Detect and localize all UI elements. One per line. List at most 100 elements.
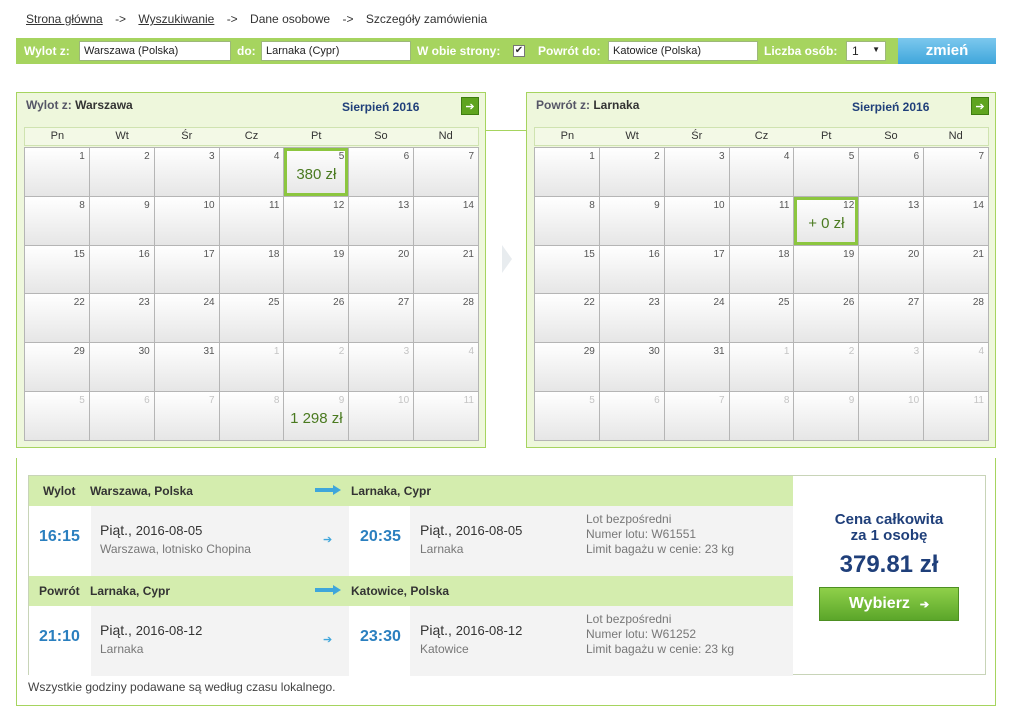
calendar-day[interactable]: 13: [349, 196, 414, 245]
calendar-day[interactable]: 8: [25, 196, 89, 245]
calendar-day[interactable]: 4: [219, 148, 284, 196]
calendar-day[interactable]: 25: [219, 294, 284, 343]
calendar-day[interactable]: 2: [284, 343, 349, 392]
outbound-arrival-day: Piąt.: [420, 522, 449, 538]
calendar-day[interactable]: 14: [924, 196, 988, 245]
calendar-day[interactable]: 15: [25, 245, 89, 294]
calendar-day[interactable]: 20: [349, 245, 414, 294]
calendar-day[interactable]: 17: [664, 245, 729, 294]
calendar-day[interactable]: 7: [664, 392, 729, 440]
calendar-day[interactable]: 7: [924, 148, 988, 196]
calendar-day[interactable]: 25: [729, 294, 794, 343]
calendar-day[interactable]: 28: [414, 294, 478, 343]
calendar-day[interactable]: 7: [414, 148, 478, 196]
calendar-day[interactable]: 29: [535, 343, 599, 392]
change-button[interactable]: zmień: [898, 38, 996, 64]
inbound-arrival-time: 23:30: [360, 628, 401, 645]
calendar-day[interactable]: 23: [89, 294, 154, 343]
calendar-day[interactable]: 28: [924, 294, 988, 343]
calendar-day[interactable]: 19: [794, 245, 859, 294]
calendar-day[interactable]: 18: [729, 245, 794, 294]
calendar-day[interactable]: 4: [924, 343, 988, 392]
from-input[interactable]: [79, 41, 231, 61]
calendar-day[interactable]: 12: [284, 196, 349, 245]
calendar-day[interactable]: 27: [859, 294, 924, 343]
calendar-day[interactable]: 2: [599, 148, 664, 196]
calendar-day[interactable]: 16: [599, 245, 664, 294]
calendar-day[interactable]: 31: [664, 343, 729, 392]
choose-button[interactable]: Wybierz ➔: [819, 587, 959, 621]
calendar-day[interactable]: 3: [349, 343, 414, 392]
calendar-day[interactable]: 8: [535, 196, 599, 245]
calendar-day[interactable]: 10: [349, 392, 414, 440]
return-input[interactable]: [608, 41, 758, 61]
calendar-day[interactable]: 22: [25, 294, 89, 343]
calendar-day[interactable]: 26: [284, 294, 349, 343]
roundtrip-checkbox[interactable]: ✔: [513, 45, 525, 57]
calendar-day[interactable]: 13: [859, 196, 924, 245]
calendar-day[interactable]: 3: [664, 148, 729, 196]
calendar-day[interactable]: 16: [89, 245, 154, 294]
calendar-day[interactable]: 19: [284, 245, 349, 294]
calendar-day[interactable]: 6: [599, 392, 664, 440]
calendar-day[interactable]: 9: [794, 392, 859, 440]
calendar-day[interactable]: 20: [859, 245, 924, 294]
calendar-day[interactable]: 15: [535, 245, 599, 294]
people-label: Liczba osób:: [764, 44, 838, 58]
calendar-day-number: 9: [848, 395, 855, 407]
calendar-day[interactable]: 27: [349, 294, 414, 343]
calendar-day[interactable]: 11: [219, 196, 284, 245]
return-next-month-button[interactable]: ➔: [971, 97, 989, 115]
calendar-day[interactable]: 11: [414, 392, 478, 440]
calendar-day[interactable]: 9: [89, 196, 154, 245]
calendar-day[interactable]: 9 1 298 zł: [284, 392, 349, 440]
calendar-day[interactable]: 24: [664, 294, 729, 343]
calendar-day[interactable]: 23: [599, 294, 664, 343]
calendar-day[interactable]: 17: [154, 245, 219, 294]
calendar-day[interactable]: 2: [89, 148, 154, 196]
calendar-day[interactable]: 5: [535, 392, 599, 440]
calendar-day[interactable]: 21: [924, 245, 988, 294]
calendar-day[interactable]: 4: [729, 148, 794, 196]
calendar-day[interactable]: 1: [219, 343, 284, 392]
calendar-day[interactable]: 10: [154, 196, 219, 245]
calendar-day[interactable]: 30: [599, 343, 664, 392]
calendar-day[interactable]: 7: [154, 392, 219, 440]
breadcrumb-home-link[interactable]: Strona główna: [26, 12, 103, 26]
people-select[interactable]: 1 ▼: [846, 41, 886, 61]
outbound-next-month-button[interactable]: ➔: [461, 97, 479, 115]
calendar-day[interactable]: 6: [89, 392, 154, 440]
calendar-day[interactable]: 9: [599, 196, 664, 245]
calendar-day[interactable]: 11: [924, 392, 988, 440]
to-input[interactable]: [261, 41, 411, 61]
calendar-day[interactable]: 4: [414, 343, 478, 392]
calendar-day[interactable]: 18: [219, 245, 284, 294]
breadcrumb-search-link[interactable]: Wyszukiwanie: [138, 12, 214, 26]
calendar-day[interactable]: 1: [25, 148, 89, 196]
calendar-day-selected[interactable]: 5 380 zł: [284, 148, 349, 196]
calendar-day[interactable]: 1: [535, 148, 599, 196]
calendar-day[interactable]: 5: [25, 392, 89, 440]
calendar-day[interactable]: 29: [25, 343, 89, 392]
calendar-day[interactable]: 8: [219, 392, 284, 440]
calendar-day[interactable]: 22: [535, 294, 599, 343]
calendar-day[interactable]: 10: [859, 392, 924, 440]
calendar-day[interactable]: 6: [349, 148, 414, 196]
calendar-day[interactable]: 1: [729, 343, 794, 392]
calendar-day[interactable]: 2: [794, 343, 859, 392]
calendar-day-number: 1: [589, 151, 595, 162]
calendar-day[interactable]: 21: [414, 245, 478, 294]
calendar-day[interactable]: 24: [154, 294, 219, 343]
calendar-day[interactable]: 30: [89, 343, 154, 392]
calendar-day[interactable]: 3: [859, 343, 924, 392]
calendar-day[interactable]: 31: [154, 343, 219, 392]
calendar-day-selected[interactable]: 12 + 0 zł: [794, 196, 859, 245]
calendar-day[interactable]: 3: [154, 148, 219, 196]
calendar-day[interactable]: 8: [729, 392, 794, 440]
calendar-day[interactable]: 14: [414, 196, 478, 245]
calendar-day[interactable]: 6: [859, 148, 924, 196]
calendar-day[interactable]: 10: [664, 196, 729, 245]
calendar-day[interactable]: 11: [729, 196, 794, 245]
calendar-day[interactable]: 5: [794, 148, 859, 196]
calendar-day[interactable]: 26: [794, 294, 859, 343]
